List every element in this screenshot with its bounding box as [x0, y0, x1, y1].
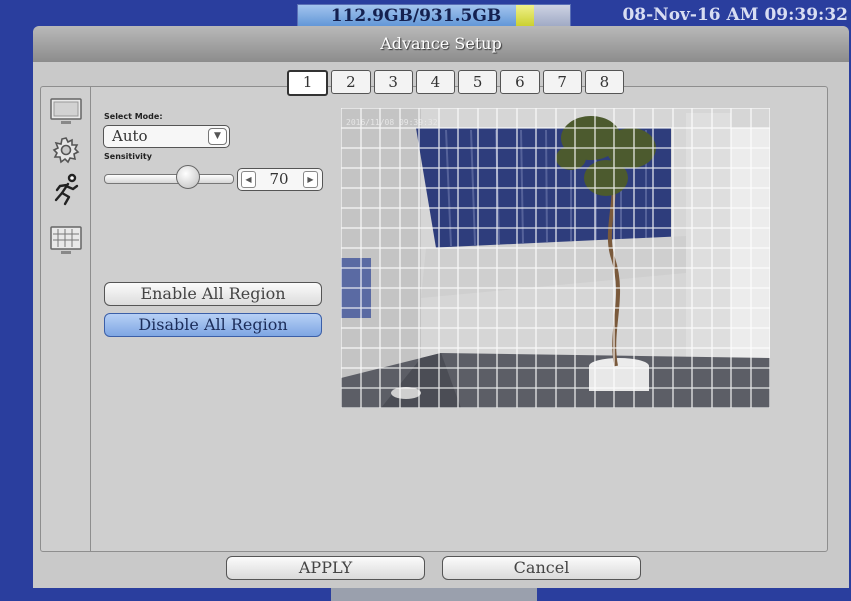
monitor-icon[interactable]	[48, 94, 84, 130]
sensitivity-label: Sensitivity	[104, 152, 152, 161]
channel-tabs: 1 2 3 4 5 6 7 8	[287, 70, 627, 96]
select-mode-label: Select Mode:	[104, 112, 163, 121]
sensitivity-value: 70	[269, 170, 289, 188]
channel-tab-1[interactable]: 1	[287, 70, 329, 96]
sensitivity-stepper: ◀ 70 ▶	[237, 168, 323, 191]
disk-usage-text: 112.9GB/931.5GB	[330, 6, 502, 26]
title-bar: Advance Setup	[33, 26, 849, 62]
decrease-button[interactable]: ◀	[241, 171, 256, 188]
channel-tab-4[interactable]: 4	[415, 70, 455, 94]
apply-button[interactable]: APPLY	[226, 556, 425, 580]
enable-all-region-button[interactable]: Enable All Region	[104, 282, 322, 306]
mode-select[interactable]: Auto ▼	[103, 125, 230, 148]
window-title: Advance Setup	[380, 34, 502, 53]
bottom-strip	[331, 588, 537, 601]
disk-usage-bar: 112.9GB/931.5GB	[297, 4, 571, 28]
camera-preview[interactable]: 2016/11/08 09:39:32	[341, 108, 770, 408]
cancel-button[interactable]: Cancel	[442, 556, 641, 580]
running-man-icon[interactable]	[48, 172, 84, 208]
channel-tab-8[interactable]: 8	[584, 70, 624, 94]
increase-button[interactable]: ▶	[303, 171, 318, 188]
grid-screen-icon[interactable]	[48, 223, 84, 259]
sensitivity-slider-track[interactable]	[104, 174, 234, 184]
channel-tab-7[interactable]: 7	[542, 70, 582, 94]
channel-tab-2[interactable]: 2	[331, 70, 371, 94]
disable-all-region-button[interactable]: Disable All Region	[104, 313, 322, 337]
motion-region-grid[interactable]	[341, 108, 770, 408]
gear-icon[interactable]	[48, 132, 84, 168]
channel-tab-5[interactable]: 5	[458, 70, 498, 94]
sensitivity-slider-thumb[interactable]	[176, 165, 200, 189]
system-datetime: 08-Nov-16 AM 09:39:32	[622, 5, 848, 25]
sidebar-divider	[90, 86, 91, 551]
chevron-down-icon[interactable]: ▼	[208, 128, 227, 145]
channel-tab-3[interactable]: 3	[373, 70, 413, 94]
mode-select-value: Auto	[112, 127, 148, 145]
channel-tab-6[interactable]: 6	[500, 70, 540, 94]
